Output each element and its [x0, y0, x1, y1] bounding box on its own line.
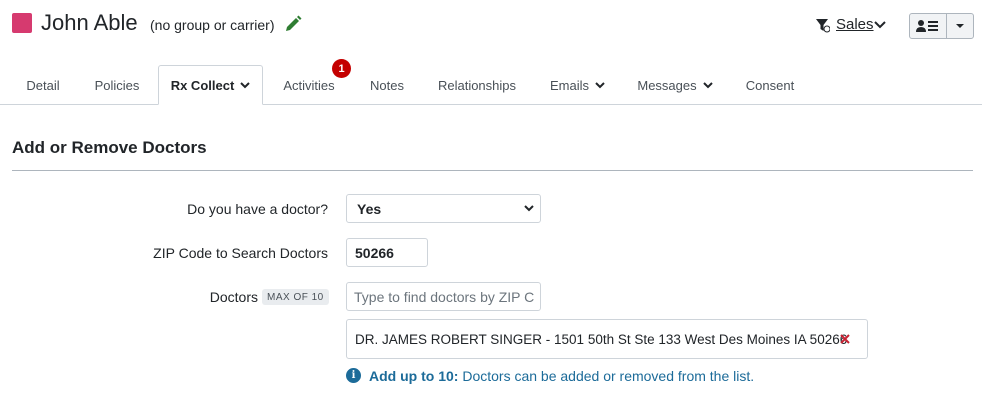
have-doctor-label: Do you have a doctor?: [187, 201, 328, 217]
chevron-down-icon: [240, 82, 250, 89]
section-title: Add or Remove Doctors: [12, 138, 207, 157]
tab-label: Consent: [745, 77, 795, 93]
section-divider: [12, 170, 973, 171]
tab-relationships[interactable]: Relationships: [428, 65, 526, 105]
user-menu-button-group: [909, 13, 974, 39]
selected-doctor-text: DR. JAMES ROBERT SINGER - 1501 50th St S…: [355, 331, 848, 347]
info-icon: i: [346, 368, 361, 383]
contact-name: John Able: [41, 10, 138, 35]
hint-text: Doctors can be added or removed from the…: [462, 368, 755, 384]
pencil-icon[interactable]: [283, 14, 303, 34]
chevron-down-icon: [524, 205, 534, 212]
chevron-down-icon: [702, 82, 713, 89]
tab-rx-collect[interactable]: Rx Collect: [158, 65, 263, 105]
tab-label: Rx Collect: [170, 77, 235, 93]
caret-down-icon: [956, 24, 965, 28]
max-doctors-badge: MAX OF 10: [262, 289, 329, 305]
contact-group-carrier: (no group or carrier): [150, 17, 275, 33]
have-doctor-select[interactable]: Yes: [346, 194, 541, 223]
sales-dropdown[interactable]: Sales: [836, 16, 874, 33]
tab-consent[interactable]: Consent: [735, 65, 805, 105]
contact-header: John Able (no group or carrier) Sales: [0, 0, 982, 50]
tab-policies[interactable]: Policies: [83, 65, 151, 105]
tab-emails[interactable]: Emails: [540, 65, 615, 105]
tab-label: Relationships: [437, 77, 517, 93]
selected-doctor-item: DR. JAMES ROBERT SINGER - 1501 50th St S…: [346, 319, 868, 359]
doctors-label: Doctors: [209, 289, 258, 305]
tab-notes[interactable]: Notes: [360, 65, 414, 105]
filter-icon: [816, 19, 830, 33]
tab-label: Notes: [370, 77, 404, 93]
activities-count-badge: 1: [332, 59, 351, 78]
tab-label: Messages: [637, 77, 697, 93]
tab-label: Detail: [26, 77, 60, 93]
zip-label: ZIP Code to Search Doctors: [153, 245, 328, 261]
tab-label: Activities: [283, 77, 335, 93]
tab-detail[interactable]: Detail: [13, 65, 73, 105]
chevron-down-icon[interactable]: [874, 20, 886, 30]
tab-label: Policies: [94, 77, 140, 93]
user-list-button[interactable]: [910, 14, 948, 38]
user-list-icon: [916, 20, 939, 32]
tab-messages[interactable]: Messages: [630, 65, 720, 105]
doctor-search-input[interactable]: Type to find doctors by ZIP C: [346, 282, 541, 311]
chevron-down-icon: [595, 82, 605, 89]
zip-input[interactable]: 50266: [346, 238, 428, 267]
close-icon[interactable]: [839, 333, 851, 345]
contact-color-swatch: [12, 13, 32, 33]
tab-label: Emails: [549, 77, 589, 93]
tab-bar: Detail Policies Rx Collect Activities No…: [0, 65, 982, 105]
hint-bold: Add up to 10:: [369, 368, 459, 384]
have-doctor-value: Yes: [357, 200, 382, 217]
doctor-limit-hint: Add up to 10: Doctors can be added or re…: [369, 368, 754, 384]
user-menu-caret[interactable]: [947, 14, 973, 38]
